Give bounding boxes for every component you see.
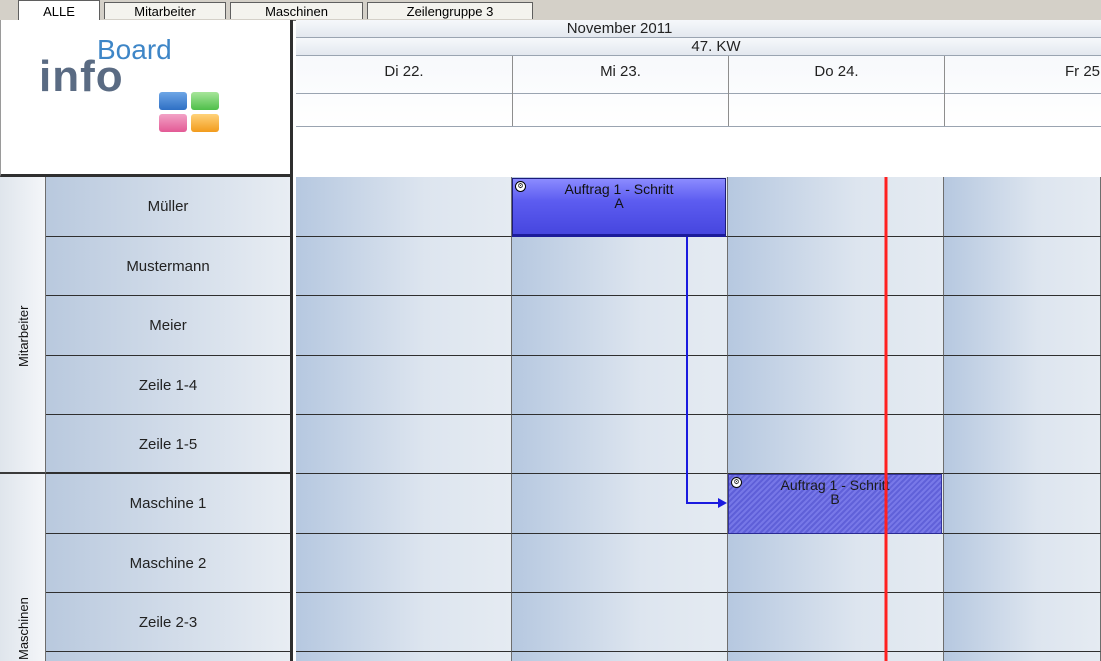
scheduler-window: ALLE Mitarbeiter Maschinen Zeilengruppe …	[0, 0, 1101, 661]
dependency-connector[interactable]	[686, 237, 720, 504]
overlay-lines	[686, 177, 888, 661]
dependency-arrowhead-icon	[718, 498, 727, 508]
